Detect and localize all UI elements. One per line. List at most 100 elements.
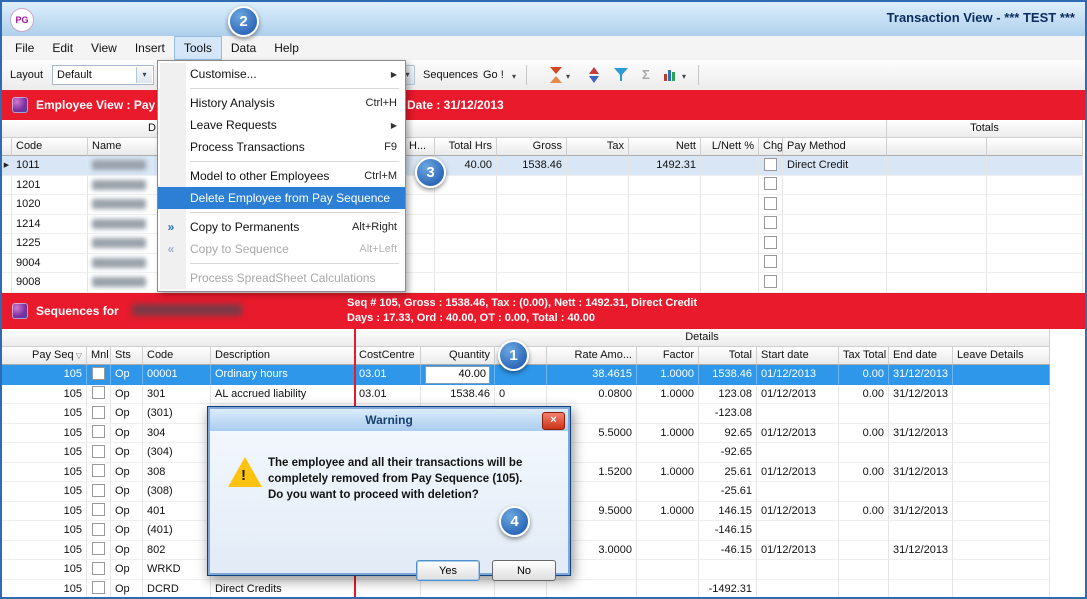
cell-tax[interactable] (567, 273, 629, 293)
column-header-description[interactable]: Description (211, 347, 355, 365)
cell-total[interactable]: 146.15 (699, 502, 757, 522)
column-header-code[interactable]: Code (12, 138, 88, 156)
column-header-rate[interactable]: Rate Amo... (547, 347, 637, 365)
sort-icon[interactable] (588, 67, 600, 83)
cell-total[interactable]: -46.15 (699, 541, 757, 561)
cell-lnett[interactable] (701, 195, 759, 215)
cell-lnett[interactable] (701, 156, 759, 176)
cell-total_hrs[interactable] (435, 195, 497, 215)
cell-code[interactable]: (308) (143, 482, 211, 502)
checkbox[interactable] (764, 236, 777, 249)
cell-tax_total[interactable] (839, 541, 889, 561)
column-header-marker[interactable] (2, 138, 12, 156)
chevron-down-icon[interactable]: ▾ (136, 67, 152, 83)
cell-code[interactable]: 1011 (12, 156, 88, 176)
column-header-t1[interactable] (887, 138, 987, 156)
column-header-tax_total[interactable]: Tax Total (839, 347, 889, 365)
cell-chg[interactable] (759, 273, 783, 293)
cell-t2[interactable] (987, 254, 1083, 274)
cell-end_date[interactable] (889, 443, 953, 463)
checkbox[interactable] (92, 406, 105, 419)
chevron-down-icon[interactable]: ▾ (512, 72, 516, 81)
column-header-leave_details[interactable]: Leave Details (953, 347, 1050, 365)
cell-factor[interactable]: 1.0000 (637, 385, 699, 405)
cell-nett[interactable] (629, 273, 701, 293)
cell-pay_method[interactable] (783, 273, 887, 293)
column-header-name[interactable]: Name (88, 138, 160, 156)
cell-factor[interactable]: 1.0000 (637, 365, 699, 385)
column-header-total[interactable]: Total (699, 347, 757, 365)
cell-pay_method[interactable]: Direct Credit (783, 156, 887, 176)
cell-mnl[interactable] (87, 541, 111, 561)
cell-sts[interactable]: Op (111, 404, 143, 424)
cell-tax_total[interactable] (839, 482, 889, 502)
cell-total[interactable]: 92.65 (699, 424, 757, 444)
checkbox[interactable] (92, 523, 105, 536)
cell-start_date[interactable]: 01/12/2013 (757, 365, 839, 385)
cell-chg[interactable] (759, 234, 783, 254)
cell-code[interactable]: 308 (143, 463, 211, 483)
cell-description[interactable]: AL accrued liability (211, 385, 355, 405)
cell-code[interactable]: (304) (143, 443, 211, 463)
column-header-col_h[interactable]: H... (405, 138, 435, 156)
cell-factor[interactable]: 1.0000 (637, 463, 699, 483)
cell-quantity[interactable]: 40.00 (421, 365, 495, 385)
cell-description[interactable]: Direct Credits (211, 580, 355, 599)
column-header-tax[interactable]: Tax (567, 138, 629, 156)
cell-pay_seq[interactable]: 105 (2, 521, 87, 541)
column-header-pay_seq[interactable]: Pay Seq ▽ (2, 347, 87, 365)
checkbox[interactable] (92, 367, 105, 380)
cell-rate[interactable]: 0.0800 (547, 385, 637, 405)
cell-sts[interactable]: Op (111, 580, 143, 599)
cell-gross[interactable] (497, 234, 567, 254)
cell-leave_details[interactable] (953, 560, 1050, 580)
quantity-editor[interactable]: 40.00 (425, 366, 490, 384)
checkbox[interactable] (92, 445, 105, 458)
cell-tax[interactable] (567, 176, 629, 196)
cell-mnl[interactable] (87, 580, 111, 599)
cell-nett[interactable] (629, 234, 701, 254)
cell-code[interactable]: 802 (143, 541, 211, 561)
close-button[interactable]: × (542, 412, 565, 430)
cell-sts[interactable]: Op (111, 560, 143, 580)
checkbox[interactable] (764, 216, 777, 229)
cell-col_h[interactable] (405, 215, 435, 235)
column-header-end_date[interactable]: End date (889, 347, 953, 365)
cell-t2[interactable] (987, 215, 1083, 235)
checkbox[interactable] (92, 484, 105, 497)
cell-sts[interactable]: Op (111, 502, 143, 522)
checkbox[interactable] (764, 177, 777, 190)
cell-quantity[interactable] (421, 580, 495, 599)
cell-t1[interactable] (887, 195, 987, 215)
cell-mnl[interactable] (87, 443, 111, 463)
cell-rate[interactable]: 38.4615 (547, 365, 637, 385)
cell-tax_total[interactable]: 0.00 (839, 502, 889, 522)
column-header-quantity[interactable]: Quantity (421, 347, 495, 365)
cell-total[interactable]: 1538.46 (699, 365, 757, 385)
cell-cost_centre[interactable] (355, 580, 421, 599)
table-row[interactable]: 105OpDCRDDirect Credits-1492.31 (2, 580, 1050, 599)
cell-marker[interactable]: ▶ (2, 156, 12, 176)
menubar-item-tools[interactable]: Tools (174, 36, 222, 60)
cell-extra[interactable] (495, 580, 547, 599)
cell-start_date[interactable]: 01/12/2013 (757, 541, 839, 561)
cell-factor[interactable] (637, 541, 699, 561)
cell-leave_details[interactable] (953, 443, 1050, 463)
checkbox[interactable] (92, 503, 105, 516)
cell-marker[interactable] (2, 273, 12, 293)
cell-gross[interactable] (497, 195, 567, 215)
cell-mnl[interactable] (87, 385, 111, 405)
column-header-code[interactable]: Code (143, 347, 211, 365)
cell-mnl[interactable] (87, 521, 111, 541)
cell-factor[interactable] (637, 482, 699, 502)
checkbox[interactable] (92, 386, 105, 399)
cell-pay_seq[interactable]: 105 (2, 365, 87, 385)
menu-item-delete-employee-from-pay-sequence[interactable]: Delete Employee from Pay Sequence (158, 187, 405, 209)
checkbox[interactable] (92, 425, 105, 438)
go-button[interactable]: Go ! (483, 69, 504, 81)
column-header-gross[interactable]: Gross (497, 138, 567, 156)
cell-pay_method[interactable] (783, 254, 887, 274)
cell-start_date[interactable] (757, 482, 839, 502)
checkbox[interactable] (764, 255, 777, 268)
checkbox[interactable] (92, 562, 105, 575)
